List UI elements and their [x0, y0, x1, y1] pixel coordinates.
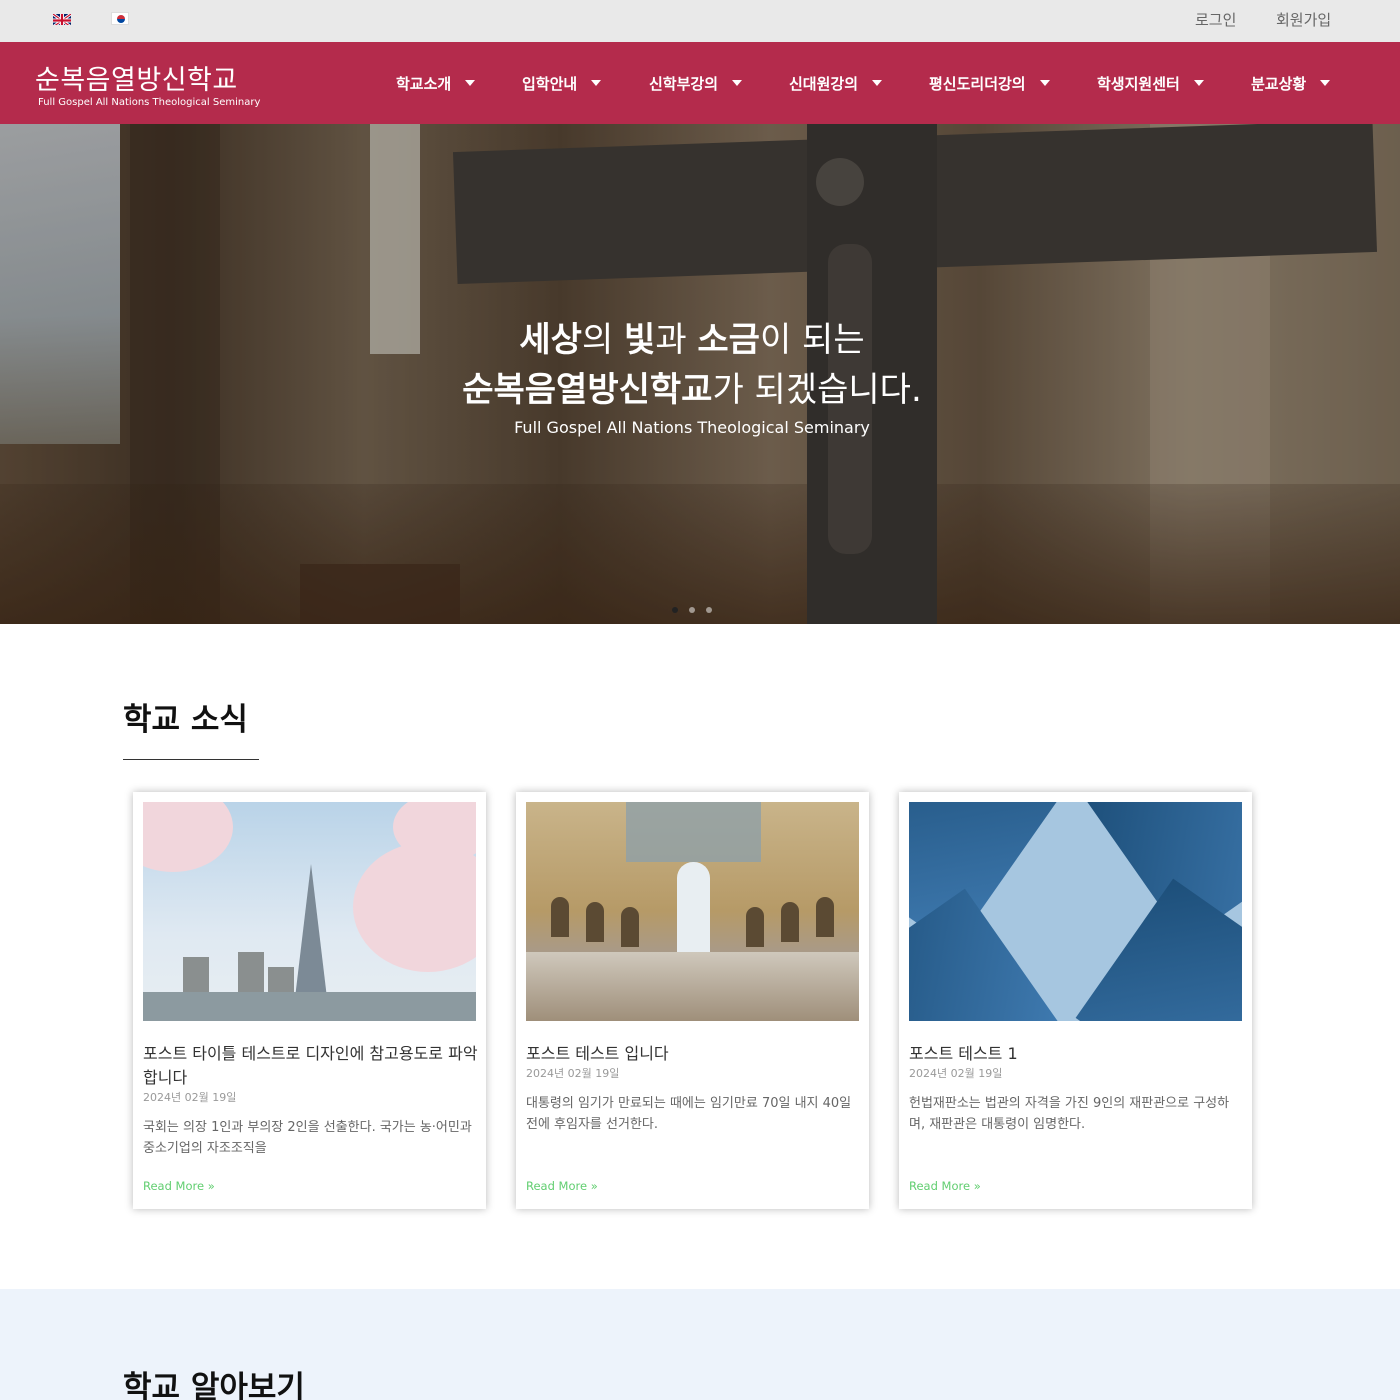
nav-item-branch-status[interactable]: 분교상황: [1251, 73, 1331, 94]
post-card[interactable]: 포스트 테스트 1 2024년 02월 19일 헌법재판소는 법관의 자격을 가…: [899, 792, 1252, 1209]
nav-item-lay-leader-lectures[interactable]: 평신도리더강의: [929, 73, 1050, 94]
caret-down-icon: [465, 79, 476, 86]
post-title[interactable]: 포스트 타이틀 테스트로 디자인에 참고용도로 파악합니다: [143, 1042, 479, 1090]
arch-window-shape: [781, 902, 799, 942]
nav-label: 학생지원센터: [1097, 75, 1180, 93]
nav-label: 신대원강의: [789, 75, 859, 93]
nav-item-graduate-lectures[interactable]: 신대원강의: [789, 73, 883, 94]
post-card[interactable]: 포스트 테스트 입니다 2024년 02월 19일 대통령의 임기가 만료되는 …: [516, 792, 869, 1209]
arch-window-shape: [586, 902, 604, 942]
hero-subtitle: Full Gospel All Nations Theological Semi…: [514, 418, 870, 437]
post-title[interactable]: 포스트 테스트 1: [909, 1042, 1245, 1066]
post-date: 2024년 02월 19일: [143, 1091, 237, 1104]
logo-title[interactable]: 순복음열방신학교: [35, 58, 238, 97]
read-more-link[interactable]: Read More »: [909, 1179, 981, 1193]
caret-down-icon: [1039, 79, 1050, 86]
logo-subtitle[interactable]: Full Gospel All Nations Theological Semi…: [38, 97, 260, 108]
caret-down-icon: [591, 79, 602, 86]
hero-emphasis: 세상: [519, 320, 582, 360]
hero-text: 과: [655, 320, 698, 360]
top-utility-bar: 로그인 회원가입: [0, 0, 1400, 42]
mosaic-floor-shape: [526, 952, 859, 1021]
hero-slider[interactable]: 세상의 빛과 소금이 되는 순복음열방신학교가 되겠습니다. Full Gosp…: [0, 124, 1400, 624]
title-underline: [123, 759, 259, 760]
caret-down-icon: [872, 79, 883, 86]
nav-item-theology-lectures[interactable]: 신학부강의: [649, 73, 743, 94]
about-section-title: 학교 알아보기: [123, 1370, 305, 1400]
water-shape: [143, 992, 476, 1021]
post-thumbnail[interactable]: [143, 802, 476, 1021]
slider-dot-1[interactable]: [672, 607, 678, 613]
caret-down-icon: [732, 79, 743, 86]
hero-text: 이 되는: [759, 320, 865, 360]
arch-window-shape: [621, 907, 639, 947]
uk-flag-icon[interactable]: [53, 12, 71, 25]
read-more-link[interactable]: Read More »: [526, 1179, 598, 1193]
building-shape: [238, 952, 264, 997]
post-card[interactable]: 포스트 타이틀 테스트로 디자인에 참고용도로 파악합니다 2024년 02월 …: [133, 792, 486, 1209]
login-link[interactable]: 로그인: [1195, 9, 1236, 30]
arch-window-shape: [816, 897, 834, 937]
arch-window-shape: [551, 897, 569, 937]
arch-window-shape: [746, 907, 764, 947]
main-header: 순복음열방신학교 Full Gospel All Nations Theolog…: [0, 42, 1400, 124]
nav-label: 학교소개: [396, 75, 452, 93]
slider-dot-3[interactable]: [706, 607, 712, 613]
nav-label: 입학안내: [522, 75, 578, 93]
news-section-title: 학교 소식: [123, 702, 248, 738]
hero-emphasis: 소금: [697, 320, 760, 360]
caret-down-icon: [1193, 79, 1204, 86]
slider-dot-2[interactable]: [689, 607, 695, 613]
post-excerpt: 대통령의 임기가 만료되는 때에는 임기만료 70일 내지 40일 전에 후임자…: [526, 1096, 852, 1132]
post-date: 2024년 02월 19일: [909, 1067, 1003, 1080]
hero-emphasis: 빛: [624, 320, 656, 360]
hero-headline-line2: 순복음열방신학교가 되겠습니다.: [0, 362, 1384, 411]
post-thumbnail[interactable]: [909, 802, 1242, 1021]
read-more-link[interactable]: Read More »: [143, 1179, 215, 1193]
post-title[interactable]: 포스트 테스트 입니다: [526, 1042, 862, 1066]
tower-shape: [295, 864, 327, 998]
korea-flag-icon[interactable]: [111, 12, 129, 25]
taegeuk-icon: [117, 15, 125, 23]
post-date: 2024년 02월 19일: [526, 1067, 620, 1080]
post-excerpt: 국회는 의장 1인과 부의장 2인을 선출한다. 국가는 농·어민과 중소기업의…: [143, 1120, 472, 1156]
post-excerpt: 헌법재판소는 법관의 자격을 가진 9인의 재판관으로 구성하며, 재판관은 대…: [909, 1096, 1230, 1132]
nav-label: 신학부강의: [649, 75, 719, 93]
caret-down-icon: [1320, 79, 1331, 86]
signup-link[interactable]: 회원가입: [1276, 9, 1331, 30]
nav-item-admission[interactable]: 입학안내: [522, 73, 602, 94]
hero-text: 의: [581, 320, 625, 360]
post-thumbnail[interactable]: [526, 802, 859, 1021]
hero-text: 가 되겠습니다.: [712, 370, 922, 410]
nav-item-student-support[interactable]: 학생지원센터: [1097, 73, 1204, 94]
nav-label: 평신도리더강의: [929, 75, 1026, 93]
hero-emphasis: 순복음열방신학교: [462, 370, 713, 410]
nav-label: 분교상황: [1251, 75, 1307, 93]
building-shape: [183, 957, 209, 997]
glass-roof-shape: [626, 802, 761, 862]
nav-item-school-intro[interactable]: 학교소개: [396, 73, 476, 94]
hero-headline-line1: 세상의 빛과 소금이 되는: [0, 312, 1384, 361]
